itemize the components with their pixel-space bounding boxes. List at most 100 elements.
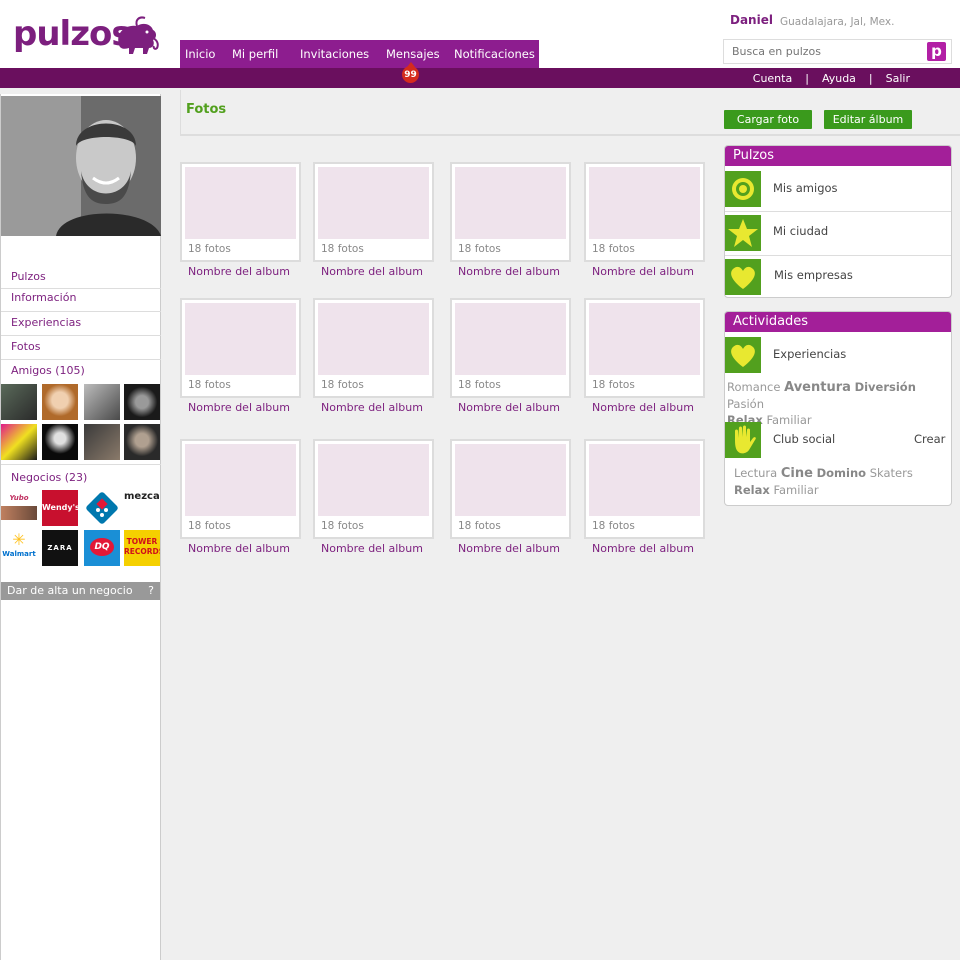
star-icon <box>725 215 761 251</box>
profile-photo-image <box>1 96 161 236</box>
album-count: 18 fotos <box>592 520 635 532</box>
nav-invitaciones[interactable]: Invitaciones <box>290 40 376 68</box>
user-location: Guadalajara, Jal, Mex. <box>780 16 895 28</box>
album-card[interactable]: 18 fotos <box>584 439 705 539</box>
business-logo-dominos[interactable] <box>84 490 120 526</box>
album-name-link[interactable]: Nombre del album <box>321 265 423 278</box>
album-card[interactable]: 18 fotos <box>180 162 301 262</box>
elephant-logo-icon <box>118 16 159 54</box>
divider <box>1 288 161 289</box>
widget-item-mi-ciudad[interactable]: Mi ciudad <box>725 211 951 254</box>
tag[interactable]: Lectura <box>734 466 777 480</box>
side-link-fotos[interactable]: Fotos <box>11 340 40 353</box>
tag[interactable]: Cine <box>781 466 813 481</box>
friend-avatar[interactable] <box>1 424 37 460</box>
album-name-link[interactable]: Nombre del album <box>188 542 290 555</box>
friend-avatar[interactable] <box>42 384 78 420</box>
divider <box>1 335 161 336</box>
link-salir[interactable]: Salir <box>886 72 910 85</box>
album-card[interactable]: 18 fotos <box>450 162 571 262</box>
tag[interactable]: Domino <box>817 466 866 480</box>
album-card[interactable]: 18 fotos <box>180 298 301 398</box>
friend-avatar[interactable] <box>124 424 160 460</box>
album-cover <box>318 167 429 239</box>
link-ayuda[interactable]: Ayuda <box>822 72 856 85</box>
tag[interactable]: Pasión <box>727 397 764 411</box>
album-card[interactable]: 18 fotos <box>584 298 705 398</box>
album-name-link[interactable]: Nombre del album <box>458 401 560 414</box>
album-name-link[interactable]: Nombre del album <box>458 265 560 278</box>
widget-item-label: Experiencias <box>773 347 847 361</box>
nav-inicio[interactable]: Inicio <box>180 40 224 68</box>
friends-label[interactable]: Amigos (105) <box>11 364 85 377</box>
side-link-informacion[interactable]: Información <box>11 291 76 304</box>
friend-avatar[interactable] <box>42 424 78 460</box>
messages-badge: 99 <box>402 62 419 83</box>
album-name-link[interactable]: Nombre del album <box>592 542 694 555</box>
widget-item-mis-amigos[interactable]: Mis amigos <box>725 166 951 210</box>
album-card[interactable]: 18 fotos <box>180 439 301 539</box>
business-logo-wendys[interactable]: Wendy's <box>42 490 78 526</box>
tag[interactable]: Familiar <box>773 483 818 497</box>
album-name-link[interactable]: Nombre del album <box>321 401 423 414</box>
friend-avatar[interactable] <box>1 384 37 420</box>
friend-avatar[interactable] <box>124 384 160 420</box>
tag[interactable]: Aventura <box>784 380 851 395</box>
help-icon[interactable]: ? <box>148 582 154 600</box>
business-logo-tower-records[interactable]: TOWER RECORDS <box>124 530 160 566</box>
header: pulzos Inicio Mi perfil Invitaciones Men… <box>0 0 960 68</box>
album-count: 18 fotos <box>458 379 501 391</box>
album-cover <box>455 444 566 516</box>
widget-item-club-social[interactable]: Club social Crear <box>725 418 951 462</box>
side-link-pulzos[interactable]: Pulzos <box>11 270 46 283</box>
album-card[interactable]: 18 fotos <box>313 439 434 539</box>
nav-mi-perfil[interactable]: Mi perfil <box>224 40 290 68</box>
album-name-link[interactable]: Nombre del album <box>592 401 694 414</box>
business-logo-walmart[interactable]: ✳ Walmart <box>1 530 37 566</box>
business-logo-yubo[interactable]: Yubo <box>1 490 37 526</box>
logo[interactable]: pulzos <box>13 14 159 58</box>
album-card[interactable]: 18 fotos <box>450 298 571 398</box>
album-count: 18 fotos <box>321 520 364 532</box>
search-button[interactable]: p <box>927 42 946 61</box>
dominos-icon <box>86 492 118 524</box>
album-card[interactable]: 18 fotos <box>313 162 434 262</box>
side-link-experiencias[interactable]: Experiencias <box>11 316 81 329</box>
widget-item-mis-empresas[interactable]: Mis empresas <box>725 255 951 297</box>
album-count: 18 fotos <box>321 379 364 391</box>
business-logo-mezcal[interactable]: mezcal <box>124 490 160 526</box>
nav-notificaciones[interactable]: Notificaciones <box>448 40 539 68</box>
create-club-link[interactable]: Crear <box>914 432 945 446</box>
friend-avatar[interactable] <box>84 384 120 420</box>
user-name[interactable]: Daniel <box>730 13 773 27</box>
upload-photo-button[interactable]: Cargar foto <box>724 110 812 129</box>
album-name-link[interactable]: Nombre del album <box>458 542 560 555</box>
album-name-link[interactable]: Nombre del album <box>592 265 694 278</box>
album-card[interactable]: 18 fotos <box>313 298 434 398</box>
widget-item-experiencias[interactable]: Experiencias <box>725 332 951 373</box>
business-logo-dq[interactable]: DQ <box>84 530 120 566</box>
link-cuenta[interactable]: Cuenta <box>753 72 792 85</box>
tag[interactable]: Diversión <box>855 380 916 394</box>
album-name-link[interactable]: Nombre del album <box>188 401 290 414</box>
album-card[interactable]: 18 fotos <box>450 439 571 539</box>
business-label[interactable]: Negocios (23) <box>11 471 87 484</box>
album-cover <box>318 444 429 516</box>
tag[interactable]: Romance <box>727 380 780 394</box>
search-input[interactable] <box>724 40 924 63</box>
tag[interactable]: Skaters <box>870 466 913 480</box>
target-icon <box>725 171 761 207</box>
friend-avatar[interactable] <box>84 424 120 460</box>
album-cover <box>185 167 296 239</box>
album-count: 18 fotos <box>458 520 501 532</box>
add-business-bar[interactable]: Dar de alta un negocio ? <box>1 582 160 600</box>
business-logo-zara[interactable]: ZARA <box>42 530 78 566</box>
tag[interactable]: Relax <box>734 483 770 497</box>
album-name-link[interactable]: Nombre del album <box>188 265 290 278</box>
album-card[interactable]: 18 fotos <box>584 162 705 262</box>
profile-photo[interactable] <box>1 96 161 236</box>
album-name-link[interactable]: Nombre del album <box>321 542 423 555</box>
widget-item-label: Mis amigos <box>773 181 838 195</box>
edit-album-button[interactable]: Editar álbum <box>824 110 912 129</box>
album-cover <box>318 303 429 375</box>
